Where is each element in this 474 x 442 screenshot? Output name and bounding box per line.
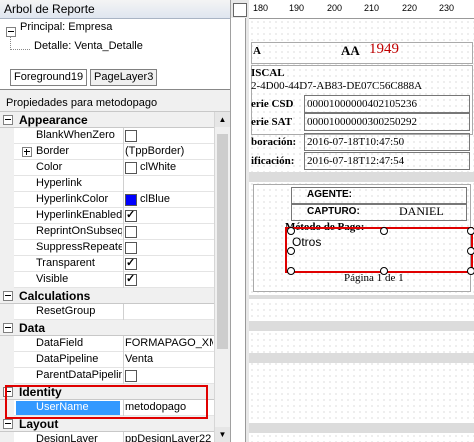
left-ruler [231, 18, 246, 442]
report-tree: Principal: Empresa Detalle: Venta_Detall… [0, 19, 230, 67]
expand-icon[interactable] [22, 147, 32, 157]
resize-handle[interactable] [467, 227, 474, 235]
resize-handle[interactable] [467, 267, 474, 275]
properties-header: Propiedades para metodopago [0, 95, 230, 112]
resize-handle[interactable] [287, 247, 295, 255]
collapse-icon[interactable] [3, 323, 13, 333]
tab-foreground19[interactable]: Foreground19 [10, 69, 88, 86]
property-grid-scrollbar[interactable]: ▲ ▼ [214, 112, 230, 442]
report-tree-panel: Arbol de Reporte Principal: Empresa Deta… [0, 0, 231, 442]
prop-row-datapipeline[interactable]: DataPipeline Venta [0, 352, 214, 368]
selected-field-highlight [285, 227, 473, 273]
checkbox-checked[interactable] [125, 256, 137, 270]
collapse-icon[interactable] [3, 291, 13, 301]
collapse-icon[interactable] [3, 419, 13, 429]
resize-handle[interactable] [467, 247, 474, 255]
prop-row-visible[interactable]: Visible [0, 272, 214, 288]
tab-pagelayer3[interactable]: PageLayer3 [90, 69, 158, 86]
prop-row-transparent[interactable]: Transparent [0, 256, 214, 272]
doc-prefix: AA [341, 43, 360, 58]
page-counter: Página 1 de 1 [344, 272, 404, 284]
category-appearance[interactable]: Appearance [0, 112, 214, 128]
color-swatch [125, 162, 137, 174]
scroll-down-icon[interactable]: ▼ [215, 427, 230, 442]
prop-row-hyperlinkcolor[interactable]: HyperlinkColor clBlue [0, 192, 214, 208]
checkbox[interactable] [125, 130, 137, 142]
resize-handle[interactable] [287, 267, 295, 275]
prop-row-datafield[interactable]: DataField FORMAPAGO_XM [0, 336, 214, 352]
prop-row-blankwhenzero[interactable]: BlankWhenZero [0, 128, 214, 144]
resize-handle[interactable] [287, 227, 295, 235]
doc-number: 1949 [369, 41, 399, 57]
prop-row-suppress[interactable]: SuppressRepeated [0, 240, 214, 256]
report-designer: 180 190 200 210 220 230 A AA 1949 ISCAL … [231, 0, 474, 442]
resize-handle[interactable] [380, 227, 388, 235]
scroll-thumb[interactable] [217, 134, 228, 349]
checkbox-checked[interactable] [125, 208, 137, 222]
color-swatch [125, 194, 137, 206]
identity-highlight [5, 385, 208, 419]
prop-row-hyperlink[interactable]: Hyperlink [0, 176, 214, 192]
report-page: A AA 1949 ISCAL 2-4D00-44D7-AB83-DE07C56… [249, 19, 474, 442]
prop-row-parentdatapipeline[interactable]: ParentDataPipelin [0, 368, 214, 384]
category-calculations[interactable]: Calculations [0, 288, 214, 304]
layer-tabs: Foreground19 PageLayer3 [0, 67, 230, 90]
prop-row-designlayer[interactable]: DesignLayer ppDesignLayer22 [0, 432, 214, 442]
tree-node-principal[interactable]: Principal: Empresa [20, 21, 112, 33]
prop-row-color[interactable]: Color clWhite [0, 160, 214, 176]
prop-row-border[interactable]: Border (TppBorder) [0, 144, 214, 160]
tree-node-detalle[interactable]: Detalle: Venta_Detalle [34, 40, 143, 52]
band-separator [249, 172, 474, 182]
checkbox[interactable] [125, 370, 137, 382]
header-box [251, 42, 473, 64]
panel-title: Arbol de Reporte [0, 0, 230, 19]
category-data[interactable]: Data [0, 320, 214, 336]
prop-row-reprint[interactable]: ReprintOnSubseque [0, 224, 214, 240]
scroll-up-icon[interactable]: ▲ [215, 112, 230, 127]
ruler-corner-icon[interactable] [233, 3, 247, 17]
prop-row-hyperlinkenabled[interactable]: HyperlinkEnabled [0, 208, 214, 224]
collapse-icon[interactable] [3, 115, 13, 125]
top-ruler: 180 190 200 210 220 230 [249, 0, 474, 19]
checkbox[interactable] [125, 242, 137, 254]
metodopago-field[interactable]: Otros [292, 235, 321, 249]
checkbox-checked[interactable] [125, 272, 137, 286]
checkbox[interactable] [125, 226, 137, 238]
prop-row-resetgroup[interactable]: ResetGroup [0, 304, 214, 320]
